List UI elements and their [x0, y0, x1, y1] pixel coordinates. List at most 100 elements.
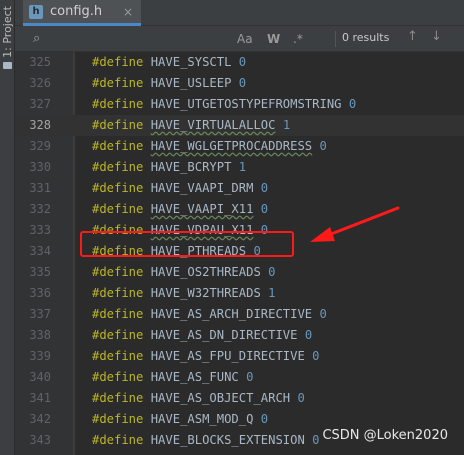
line-number: 335: [29, 265, 51, 279]
code-line[interactable]: 337 #define HAVE_AS_ARCH_DIRECTIVE 0: [15, 304, 464, 325]
folder-icon: [3, 62, 12, 69]
define-keyword: #define: [92, 97, 144, 111]
line-number: 326: [29, 76, 51, 90]
define-keyword: #define: [92, 202, 144, 216]
define-keyword: #define: [92, 265, 144, 279]
macro-value: 0: [312, 433, 320, 447]
code-text[interactable]: #define HAVE_BCRYPT 1: [92, 157, 246, 178]
macro-value: 1: [282, 118, 291, 132]
code-text[interactable]: #define HAVE_AS_DN_DIRECTIVE 0: [92, 325, 312, 346]
define-keyword: #define: [92, 307, 144, 321]
editor-tab-bar: h config.h ×: [15, 0, 464, 26]
line-number: 342: [29, 412, 51, 426]
code-line[interactable]: 340 #define HAVE_AS_FUNC 0: [15, 367, 464, 388]
code-text[interactable]: #define HAVE_WGLGETPROCADDRESS 0: [92, 136, 327, 157]
code-line[interactable]: 336 #define HAVE_W32THREADS 1: [15, 283, 464, 304]
define-keyword: #define: [92, 412, 144, 426]
define-keyword: #define: [92, 286, 144, 300]
code-line[interactable]: 327 #define HAVE_UTGETOSTYPEFROMSTRING 0: [15, 94, 464, 115]
code-line[interactable]: 325 #define HAVE_SYSCTL 0: [15, 52, 464, 73]
macro-value: 1: [238, 160, 247, 174]
project-tool-window-strip[interactable]: 1: Project: [0, 0, 15, 455]
code-text[interactable]: #define HAVE_AS_FPU_DIRECTIVE 0: [92, 346, 320, 367]
macro-value: 0: [238, 55, 247, 69]
macro-name: HAVE_VAAPI_DRM: [150, 181, 254, 195]
code-text[interactable]: #define HAVE_AS_FUNC 0: [92, 367, 253, 388]
match-case-toggle[interactable]: Aa: [237, 30, 253, 48]
code-line[interactable]: 326 #define HAVE_USLEEP 0: [15, 73, 464, 94]
code-text[interactable]: #define HAVE_BLOCKS_EXTENSION 0: [92, 430, 320, 451]
code-line[interactable]: 331 #define HAVE_VAAPI_DRM 0: [15, 178, 464, 199]
code-text[interactable]: #define HAVE_VAAPI_DRM 0: [92, 178, 268, 199]
macro-name: HAVE_VIRTUALALLOC: [150, 118, 276, 132]
line-number: 336: [29, 286, 51, 300]
code-text[interactable]: #define HAVE_AS_OBJECT_ARCH 0: [92, 388, 305, 409]
find-separator: [335, 31, 336, 47]
line-number: 344: [15, 451, 51, 455]
macro-value: 0: [319, 307, 327, 321]
macro-value: 0: [268, 265, 276, 279]
line-number: 338: [29, 328, 51, 342]
regex-toggle[interactable]: .*: [293, 30, 303, 48]
code-line[interactable]: 338 #define HAVE_AS_DN_DIRECTIVE 0: [15, 325, 464, 346]
line-number: 327: [29, 97, 51, 111]
code-text[interactable]: #define HAVE_USLEEP 0: [92, 73, 246, 94]
macro-name: HAVE_AS_OBJECT_ARCH: [150, 391, 291, 405]
search-icon[interactable]: ⌕: [33, 31, 40, 46]
macro-name: HAVE_ASM_MOD_Q: [150, 412, 254, 426]
find-results-count: 0 results: [342, 31, 390, 44]
project-strip-label[interactable]: 1: Project: [1, 6, 14, 58]
search-input[interactable]: [51, 29, 231, 49]
code-line[interactable]: 332 #define HAVE_VAAPI_X11 0: [15, 199, 464, 220]
macro-name: HAVE_USLEEP: [150, 76, 232, 90]
line-number: 337: [29, 307, 51, 321]
code-text[interactable]: #define HAVE_ASM_MOD_Q 0: [92, 409, 268, 430]
code-text[interactable]: #define HAVE_VAAPI_X11 0: [92, 199, 268, 220]
code-line[interactable]: 344 #define HAVE_EBP_AVAILABLE 0: [15, 451, 464, 455]
code-line[interactable]: 330 #define HAVE_BCRYPT 1: [15, 157, 464, 178]
code-text[interactable]: #define HAVE_W32THREADS 1: [92, 283, 275, 304]
code-text[interactable]: #define HAVE_OS2THREADS 0: [92, 262, 275, 283]
code-line[interactable]: 342 #define HAVE_ASM_MOD_Q 0: [15, 409, 464, 430]
macro-name: HAVE_VAAPI_X11: [150, 202, 254, 216]
macro-value: 0: [297, 391, 305, 405]
code-text[interactable]: #define HAVE_AS_ARCH_DIRECTIVE 0: [92, 304, 327, 325]
whole-word-toggle[interactable]: W: [267, 30, 280, 48]
define-keyword: #define: [92, 139, 144, 153]
macro-value: 0: [246, 370, 254, 384]
code-line[interactable]: 339 #define HAVE_AS_FPU_DIRECTIVE 0: [15, 346, 464, 367]
code-text[interactable]: #define HAVE_UTGETOSTYPEFROMSTRING 0: [92, 94, 356, 115]
define-keyword: #define: [92, 76, 144, 90]
macro-name: HAVE_SYSCTL: [150, 55, 232, 69]
define-keyword: #define: [92, 370, 144, 384]
line-number: 331: [29, 181, 51, 195]
line-number: 334: [29, 244, 51, 258]
next-occurrence-icon[interactable]: ↓: [431, 29, 442, 44]
line-number: 332: [29, 202, 51, 216]
define-keyword: #define: [92, 349, 144, 363]
line-number: 329: [29, 139, 51, 153]
macro-name: HAVE_BCRYPT: [150, 160, 232, 174]
find-bar: ⌕ Aa W .* 0 results ↑ ↓: [15, 26, 464, 52]
code-line[interactable]: 329 #define HAVE_WGLGETPROCADDRESS 0: [15, 136, 464, 157]
macro-value: 0: [238, 76, 247, 90]
tab-config-h[interactable]: h config.h ×: [23, 0, 141, 26]
define-keyword: #define: [92, 391, 144, 405]
macro-name: HAVE_OS2THREADS: [150, 265, 261, 279]
header-file-icon: h: [29, 4, 43, 19]
macro-name: HAVE_AS_DN_DIRECTIVE: [150, 328, 298, 342]
code-line[interactable]: 335 #define HAVE_OS2THREADS 0: [15, 262, 464, 283]
define-keyword: #define: [92, 328, 144, 342]
code-line[interactable]: 328 #define HAVE_VIRTUALALLOC 1: [15, 115, 464, 136]
macro-value: 1: [268, 286, 276, 300]
code-text[interactable]: #define HAVE_VIRTUALALLOC 1: [92, 115, 290, 136]
macro-name: HAVE_AS_ARCH_DIRECTIVE: [150, 307, 313, 321]
close-icon[interactable]: ×: [123, 5, 133, 19]
previous-occurrence-icon[interactable]: ↑: [407, 29, 418, 44]
code-line[interactable]: 341 #define HAVE_AS_OBJECT_ARCH 0: [15, 388, 464, 409]
line-number: 340: [29, 370, 51, 384]
macro-name: HAVE_AS_FPU_DIRECTIVE: [150, 349, 305, 363]
code-text[interactable]: #define HAVE_EBP_AVAILABLE 0: [92, 451, 297, 455]
define-keyword: #define: [92, 160, 144, 174]
code-text[interactable]: #define HAVE_SYSCTL 0: [92, 52, 246, 73]
